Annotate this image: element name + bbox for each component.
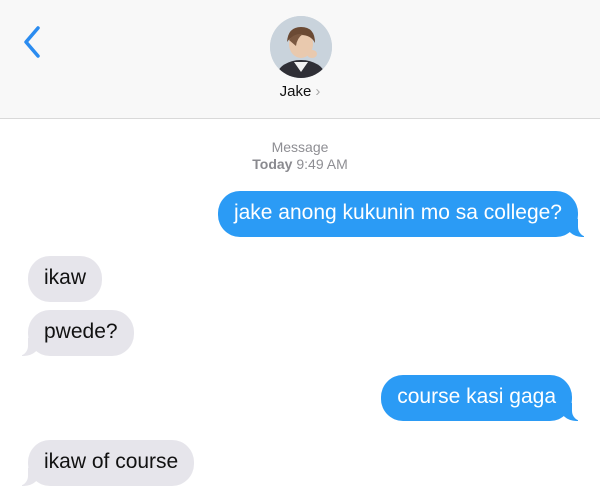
back-button[interactable]	[18, 24, 48, 60]
timestamp-day: Today	[252, 156, 293, 172]
thread-service-label: Message	[0, 138, 600, 156]
message-bubble-received[interactable]: pwede?	[14, 310, 134, 356]
contact-avatar[interactable]	[270, 16, 332, 78]
message-bubble-received[interactable]: ikaw of course	[13, 440, 195, 486]
timestamp-time: 9:49 AM	[296, 156, 348, 172]
message-bubble-sent[interactable]: course kasi gaga	[381, 375, 586, 421]
message-text: ikaw of course	[44, 450, 179, 473]
chevron-left-icon	[24, 26, 40, 58]
service-label: Message	[271, 139, 329, 155]
message-text: pwede?	[44, 320, 118, 343]
contact-name-link[interactable]: Jake ›	[0, 83, 600, 100]
message-text: jake anong kukunin mo sa college?	[233, 201, 562, 224]
message-text: ikaw	[44, 266, 87, 289]
conversation-header: Jake ›	[0, 0, 600, 119]
message-text: course kasi gaga	[397, 385, 556, 408]
message-bubble-received[interactable]: ikaw	[28, 256, 103, 302]
chevron-right-icon: ›	[315, 83, 321, 100]
thread-timestamp: Today 9:49 AM	[0, 155, 600, 173]
contact-name: Jake	[279, 83, 312, 100]
message-bubble-sent[interactable]: jake anong kukunin mo sa college?	[217, 191, 593, 237]
